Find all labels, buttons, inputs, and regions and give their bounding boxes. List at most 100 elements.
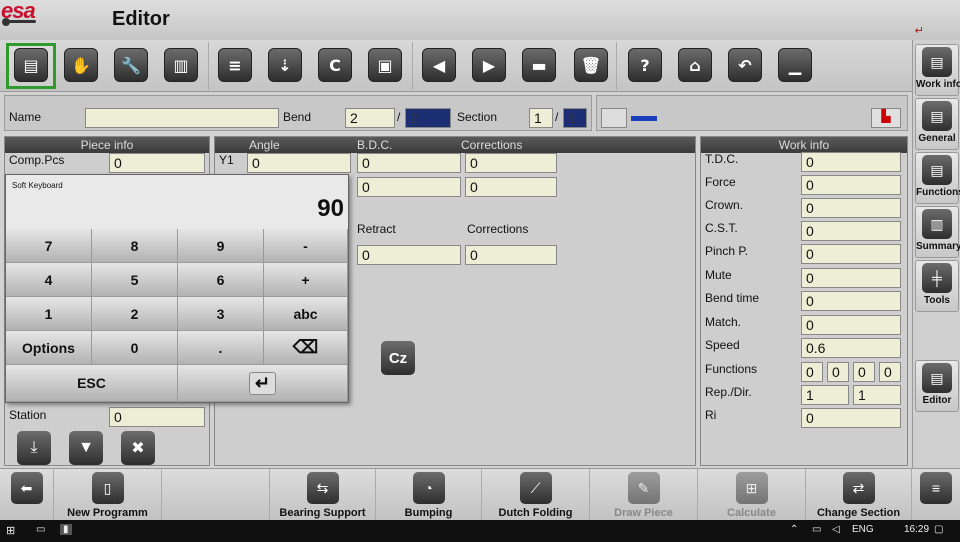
crown-field[interactable]: 0 <box>801 198 901 218</box>
retract-corrections-field[interactable]: 0 <box>465 245 557 265</box>
key-8[interactable]: 8 <box>92 229 178 263</box>
home-icon[interactable]: ⌂ <box>678 48 712 82</box>
key-7[interactable]: 7 <box>6 229 92 263</box>
notifications-icon[interactable]: ▢ <box>934 524 943 535</box>
key-0[interactable]: 0 <box>92 331 178 365</box>
document-icon[interactable]: ▤ <box>14 48 48 82</box>
sidebar-item-functions[interactable]: ▤ Functions <box>915 152 960 204</box>
key-1[interactable]: 1 <box>6 297 92 331</box>
force-field[interactable]: 0 <box>801 175 901 195</box>
function-field-2[interactable]: 0 <box>827 362 849 382</box>
work-info-label: Match. <box>705 315 742 329</box>
backspace-key[interactable]: ⌫ <box>264 331 348 365</box>
bearing-support-button[interactable]: ⇆ Bearing Support <box>270 469 376 521</box>
tdc-field[interactable]: 0 <box>801 152 901 172</box>
sidebar-item-tools[interactable]: ╪ Tools <box>915 260 959 312</box>
undo-icon[interactable]: ↶ <box>728 48 762 82</box>
retract-field[interactable]: 0 <box>357 245 461 265</box>
key-esc[interactable]: ESC <box>6 365 178 402</box>
wrench-icon[interactable]: 🔧 <box>114 48 148 82</box>
key-2[interactable]: 2 <box>92 297 178 331</box>
enter-key[interactable]: ↵ <box>178 365 348 402</box>
change-section-button[interactable]: ⇄ Change Section <box>806 469 912 521</box>
next-icon[interactable]: ▶ <box>472 48 506 82</box>
sidebar-item-work-info[interactable]: ▤ Work info <box>915 44 960 96</box>
sidebar-item-summary[interactable]: ▥ Summary <box>915 206 960 258</box>
dutch-folding-button[interactable]: ⟋ Dutch Folding <box>482 469 590 521</box>
key-minus[interactable]: - <box>264 229 348 263</box>
key-6[interactable]: 6 <box>178 263 264 297</box>
underscore-icon[interactable]: ▁ <box>778 48 812 82</box>
close-x-icon[interactable]: ✖ <box>121 431 155 465</box>
factory-icon[interactable]: ▥ <box>164 48 198 82</box>
function-field-1[interactable]: 0 <box>801 362 823 382</box>
section-current-field[interactable]: 1 <box>529 108 553 128</box>
back-button[interactable]: ⬅ <box>0 469 54 521</box>
ri-field[interactable]: 0 <box>801 408 901 428</box>
y1-corrections-field[interactable]: 0 <box>465 153 557 173</box>
dir-field[interactable]: 1 <box>853 385 901 405</box>
keyboard-language[interactable]: ENG <box>852 524 874 535</box>
minus-icon[interactable]: ▬ <box>522 48 556 82</box>
clock[interactable]: 16:29 <box>904 524 929 535</box>
editor-icon: ▤ <box>922 363 952 393</box>
pinch-field[interactable]: 0 <box>801 244 901 264</box>
cz-icon[interactable]: Cz <box>381 341 415 375</box>
save-icon[interactable]: ▣ <box>368 48 402 82</box>
cst-field[interactable]: 0 <box>801 221 901 241</box>
sidebar-item-general[interactable]: ▤ General <box>915 98 959 150</box>
name-label: Name <box>9 110 42 124</box>
rep-field[interactable]: 1 <box>801 385 849 405</box>
stack-icon[interactable]: ≡ <box>218 48 252 82</box>
function-field-4[interactable]: 0 <box>879 362 901 382</box>
task-view-icon[interactable]: ▭ <box>36 524 45 535</box>
mute-field[interactable]: 0 <box>801 268 901 288</box>
work-info-label: Pinch P. <box>705 244 749 258</box>
calculate-button[interactable]: ⊞ Calculate <box>698 469 806 521</box>
station-field[interactable]: 0 <box>109 407 205 427</box>
os-taskbar: ⊞ ▭ ▮ ⌃ ▭ ◁ ENG 16:29 ▢ <box>0 520 960 542</box>
corrections-header: Corrections <box>461 138 523 152</box>
key-plus[interactable]: + <box>264 263 348 297</box>
app-taskbar-icon[interactable]: ▮ <box>60 524 72 535</box>
volume-icon[interactable]: ◁ <box>832 524 840 535</box>
prev-icon[interactable]: ◀ <box>422 48 456 82</box>
clipboard-icon: ▤ <box>922 47 952 77</box>
function-field-3[interactable]: 0 <box>853 362 875 382</box>
bumping-button[interactable]: ◔ Bumping <box>376 469 482 521</box>
speed-field[interactable]: 0.6 <box>801 338 901 358</box>
y2-bdc-field[interactable]: 0 <box>357 177 461 197</box>
draw-piece-button[interactable]: ✎ Draw Piece <box>590 469 698 521</box>
refresh-icon[interactable]: C <box>318 48 352 82</box>
bend-tool-icon[interactable]: ⤓ <box>17 431 51 465</box>
punch-icon[interactable]: ▼ <box>69 431 103 465</box>
key-5[interactable]: 5 <box>92 263 178 297</box>
y2-corrections-field[interactable]: 0 <box>465 177 557 197</box>
key-9[interactable]: 9 <box>178 229 264 263</box>
key-3[interactable]: 3 <box>178 297 264 331</box>
y1-angle-field[interactable]: 0 <box>247 153 351 173</box>
new-program-button[interactable]: ▯ New Programm <box>54 469 162 521</box>
key-options[interactable]: Options <box>6 331 92 365</box>
bend-time-field[interactable]: 0 <box>801 291 901 311</box>
hand-icon[interactable]: ✋ <box>64 48 98 82</box>
work-info-label: Force <box>705 175 736 189</box>
key-dot[interactable]: . <box>178 331 264 365</box>
comp-pcs-field[interactable]: 0 <box>109 153 205 173</box>
network-icon[interactable]: ▭ <box>812 524 821 535</box>
trash-icon[interactable]: 🗑 <box>574 48 608 82</box>
tray-chevron-icon[interactable]: ⌃ <box>790 524 798 535</box>
key-4[interactable]: 4 <box>6 263 92 297</box>
help-icon[interactable]: ? <box>628 48 662 82</box>
menu-button[interactable]: ≡ <box>912 469 960 521</box>
stack-down-icon[interactable]: ⇣ <box>268 48 302 82</box>
status-corner-icon: ↵ <box>914 25 924 37</box>
sidebar-item-editor[interactable]: ▤ Editor <box>915 360 959 412</box>
key-abc[interactable]: abc <box>264 297 348 331</box>
y1-bdc-field[interactable]: 0 <box>357 153 461 173</box>
match-field[interactable]: 0 <box>801 315 901 335</box>
bend-current-field[interactable]: 2 <box>345 108 395 128</box>
machine-alert-icon[interactable]: ▙ <box>871 108 901 128</box>
name-field[interactable] <box>85 108 279 128</box>
windows-start-icon[interactable]: ⊞ <box>6 524 15 537</box>
